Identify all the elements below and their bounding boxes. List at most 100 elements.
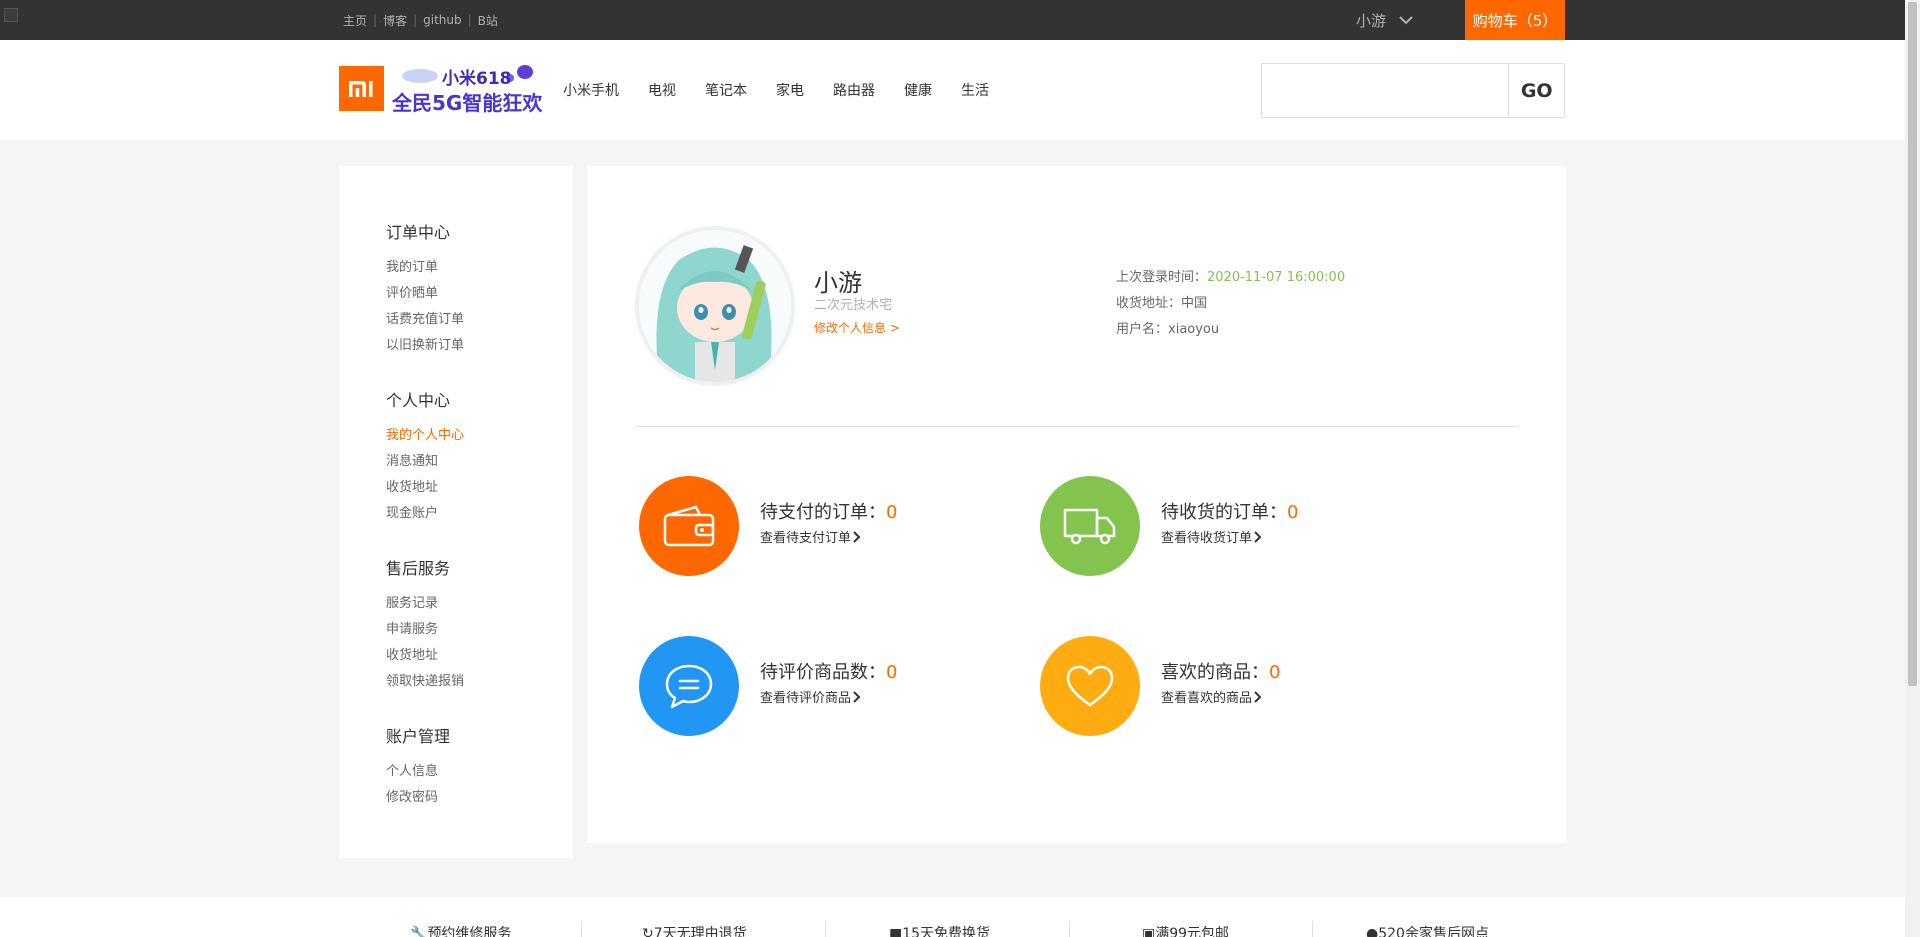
top-link-home[interactable]: 主页	[343, 12, 367, 29]
gift-icon: ▣	[1142, 926, 1156, 937]
chat-icon	[665, 664, 713, 709]
username-value: xiaoyou	[1168, 322, 1220, 337]
stat-count: 0	[1269, 662, 1281, 683]
search-go-button[interactable]: GO	[1508, 64, 1564, 117]
nav-item-router[interactable]: 路由器	[833, 80, 875, 100]
service-separator	[1069, 921, 1070, 937]
service-item-label: 满99元包邮	[1155, 926, 1230, 937]
mi-logo[interactable]	[339, 66, 384, 111]
service-item-label: 15天免费换货	[902, 926, 991, 937]
stat-link[interactable]: 查看待支付订单	[760, 527, 861, 546]
service-item-repair[interactable]: 🔧预约维修服务	[410, 923, 511, 937]
promo-banner[interactable]: 小米618 全民5G智能狂欢	[390, 62, 546, 116]
stat-circle[interactable]	[639, 636, 739, 736]
main-nav: 小米手机 电视 笔记本 家电 路由器 健康 生活	[563, 40, 1018, 140]
sidebar-item-shipping-refund[interactable]: 领取快递报销	[386, 669, 464, 695]
stat-count: 0	[886, 502, 898, 523]
service-separator	[581, 921, 582, 937]
sidebar: 订单中心 我的订单 评价晒单 话费充值订单 以旧换新订单 个人中心 我的个人中心…	[339, 166, 573, 858]
stat-link[interactable]: 查看喜欢的商品	[1161, 687, 1262, 706]
sidebar-item-personal-center[interactable]: 我的个人中心	[386, 423, 464, 449]
sidebar-item-notifications[interactable]: 消息通知	[386, 449, 464, 475]
stat-label: 喜欢的商品：0	[1161, 658, 1280, 684]
sidebar-item-service-records[interactable]: 服务记录	[386, 591, 464, 617]
stat-pending-delivery: 待收货的订单：0 查看待收货订单	[1040, 476, 1400, 578]
service-item-exchange[interactable]: ■15天免费换货	[889, 923, 990, 937]
nav-item-tv[interactable]: 电视	[648, 80, 676, 100]
sidebar-item-aftersales-address[interactable]: 收货地址	[386, 643, 464, 669]
promo-line2: 全民5G智能狂欢	[391, 91, 543, 115]
user-menu[interactable]: 小游	[1356, 0, 1414, 40]
profile-name: 小游	[814, 269, 862, 297]
chevron-down-icon	[1399, 16, 1413, 25]
top-link-blog[interactable]: 博客	[383, 12, 407, 29]
chevron-right-icon	[853, 690, 861, 703]
nav-item-health[interactable]: 健康	[904, 80, 932, 100]
sidebar-group-personal: 个人中心 我的个人中心 消息通知 收货地址 现金账户	[386, 387, 464, 527]
sidebar-item-reviews[interactable]: 评价晒单	[386, 281, 464, 307]
service-item-label: 预约维修服务	[427, 926, 512, 937]
stat-link[interactable]: 查看待评价商品	[760, 687, 861, 706]
chevron-right-icon	[1254, 530, 1262, 543]
stat-link-text: 查看喜欢的商品	[1161, 691, 1253, 706]
nav-item-appliance[interactable]: 家电	[776, 80, 804, 100]
sidebar-group-title: 售后服务	[386, 559, 451, 578]
nav-item-laptop[interactable]: 笔记本	[705, 80, 747, 100]
stat-link-text: 查看待支付订单	[760, 531, 852, 546]
service-separator	[1312, 921, 1313, 937]
chevron-right-icon	[1254, 690, 1262, 703]
search-box: GO	[1261, 63, 1565, 118]
last-login-value: 2020-11-07 16:00:00	[1207, 270, 1346, 285]
nav-item-phone[interactable]: 小米手机	[563, 80, 619, 100]
stat-link[interactable]: 查看待收货订单	[1161, 527, 1262, 546]
sidebar-item-change-password[interactable]: 修改密码	[386, 785, 450, 811]
service-item-return[interactable]: ↻7天无理由退货	[642, 923, 747, 937]
cart-label: 购物车（5）	[1472, 11, 1558, 30]
avatar[interactable]	[635, 226, 795, 386]
top-links: 主页 | 博客 | github | B站	[343, 0, 498, 40]
service-item-label: 7天无理由退货	[653, 926, 747, 937]
heart-icon	[1066, 665, 1114, 707]
service-item-free-shipping[interactable]: ▣满99元包邮	[1142, 923, 1229, 937]
stat-count: 0	[1287, 502, 1299, 523]
top-link-github[interactable]: github	[423, 13, 461, 27]
stat-circle[interactable]	[1040, 476, 1140, 576]
promo-line1: 小米618	[442, 68, 512, 89]
username-row: 用户名：xiaoyou	[1116, 318, 1219, 337]
truck-small-icon: ■	[889, 926, 903, 937]
sidebar-item-address[interactable]: 收货地址	[386, 475, 464, 501]
edit-profile-link[interactable]: 修改个人信息 >	[814, 319, 900, 336]
stat-count: 0	[886, 662, 898, 683]
sidebar-item-trade-in-orders[interactable]: 以旧换新订单	[386, 333, 464, 359]
cart-button[interactable]: 购物车（5）	[1465, 0, 1565, 40]
stat-label-text: 待评价商品数：	[760, 662, 886, 683]
stat-label: 待评价商品数：0	[760, 658, 897, 684]
scrollbar-thumb[interactable]	[1908, 2, 1917, 686]
sidebar-group-title: 账户管理	[386, 727, 451, 746]
avatar-image	[639, 230, 791, 382]
top-link-bilibili[interactable]: B站	[478, 12, 498, 29]
page-scrollbar[interactable]	[1905, 0, 1920, 937]
sidebar-item-personal-info[interactable]: 个人信息	[386, 759, 450, 785]
chevron-right-icon	[853, 530, 861, 543]
sidebar-group-account: 账户管理 个人信息 修改密码	[386, 723, 450, 811]
address-value: 中国	[1181, 296, 1208, 311]
search-input[interactable]	[1262, 64, 1509, 117]
sidebar-item-recharge-orders[interactable]: 话费充值订单	[386, 307, 464, 333]
stat-pending-review: 待评价商品数：0 查看待评价商品	[639, 636, 999, 738]
top-link-separator: |	[413, 13, 418, 27]
sidebar-item-apply-service[interactable]: 申请服务	[386, 617, 464, 643]
sidebar-item-my-orders[interactable]: 我的订单	[386, 255, 464, 281]
address-row: 收货地址：中国	[1116, 292, 1207, 311]
sidebar-item-cash-account[interactable]: 现金账户	[386, 501, 464, 527]
last-login-label: 上次登录时间：	[1116, 270, 1208, 285]
stat-link-text: 查看待评价商品	[760, 691, 852, 706]
stat-circle[interactable]	[1040, 636, 1140, 736]
stat-circle[interactable]	[639, 476, 739, 576]
site-header: 小米618 全民5G智能狂欢 小米手机 电视 笔记本 家电 路由器 健康 生活 …	[0, 40, 1920, 140]
service-item-service-points[interactable]: ●520余家售后网点	[1366, 923, 1489, 937]
last-login-row: 上次登录时间：2020-11-07 16:00:00	[1116, 266, 1345, 285]
refresh-icon: ↻	[642, 926, 654, 937]
top-bar: 主页 | 博客 | github | B站 小游 购物车（5）	[0, 0, 1920, 40]
nav-item-life[interactable]: 生活	[961, 80, 989, 100]
